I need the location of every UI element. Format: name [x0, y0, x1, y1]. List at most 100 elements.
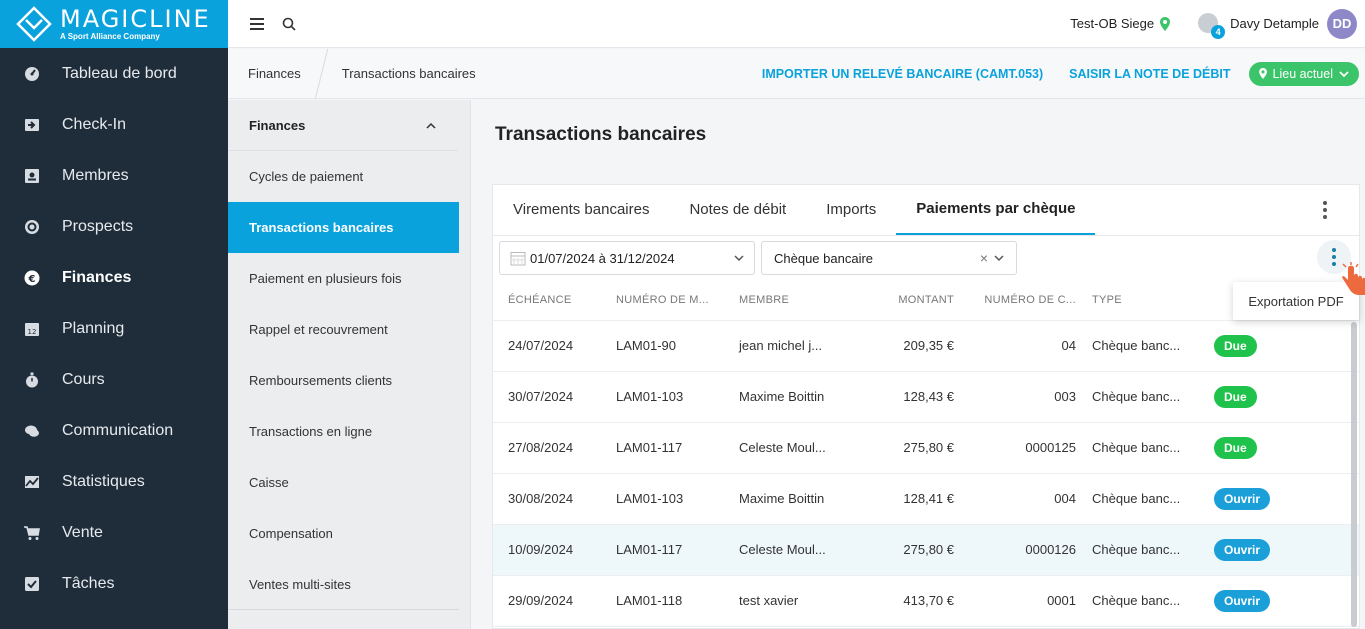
- submenu-item[interactable]: Remboursements clients: [228, 355, 459, 406]
- sidebar-item-label: Planning: [62, 319, 125, 337]
- submenu-item[interactable]: Transactions bancaires: [228, 202, 459, 253]
- cell-member: test xavier: [739, 575, 874, 627]
- sidebar-item-communication[interactable]: Communication: [0, 405, 228, 456]
- table-row[interactable]: 24/07/2024 LAM01-90 jean michel j... 209,35…: [493, 320, 1359, 372]
- location-pin-icon: [1160, 16, 1171, 31]
- table-row[interactable]: 29/09/2024 LAM01-118 test xavier 413,70 €00…: [493, 575, 1359, 627]
- magicline-logo-icon: [16, 6, 52, 42]
- submenu-item[interactable]: Compensation: [228, 508, 459, 559]
- pointer-hand-icon: [1342, 262, 1365, 295]
- status-badge[interactable]: Ouvrir: [1214, 538, 1271, 561]
- finances-submenu: Finances Cycles de paiement Transactions …: [228, 100, 471, 629]
- import-statement-link[interactable]: IMPORTER UN RELEVÉ BANCAIRE (CAMT.053): [762, 67, 1043, 81]
- sidebar-item-tableau-de-bord[interactable]: Tableau de bord: [0, 48, 228, 99]
- cell-member-number: LAM01-117: [616, 524, 739, 576]
- payment-type-filter[interactable]: Chèque bancaire ×: [761, 241, 1017, 275]
- header-member-number[interactable]: NUMÉRO DE M...: [616, 280, 739, 321]
- location-pin-icon: [1258, 68, 1267, 79]
- sidebar-item-finances[interactable]: € Finances: [0, 252, 228, 303]
- sidebar-item-label: Membres: [62, 166, 129, 184]
- submenu-heading[interactable]: Finances: [228, 100, 458, 151]
- submenu-item[interactable]: Paiement en plusieurs fois: [228, 253, 459, 304]
- table-row[interactable]: 30/07/2024 LAM01-103 Maxime Boittin 128,43 …: [493, 371, 1359, 423]
- header-cheque-number[interactable]: NUMÉRO DE C...: [972, 280, 1092, 321]
- cell-status: Due: [1214, 371, 1359, 423]
- cell-due-date: 24/07/2024: [493, 320, 616, 372]
- cell-member: jean michel j...: [739, 320, 874, 372]
- date-range-filter[interactable]: 01/07/2024 à 31/12/2024: [499, 241, 755, 275]
- cell-cheque-number: 04: [972, 320, 1092, 372]
- cell-type: Chèque banc...: [1092, 320, 1214, 372]
- cell-cheque-number: 0000126: [972, 524, 1092, 576]
- table-row[interactable]: 30/08/2024 LAM01-103 Maxime Boittin 128,41 …: [493, 473, 1359, 525]
- sidebar-item-label: Tâches: [62, 574, 115, 592]
- sidebar-item-planning[interactable]: 12 Planning: [0, 303, 228, 354]
- status-badge[interactable]: Due: [1214, 334, 1257, 357]
- sidebar-item-prospects[interactable]: Prospects: [0, 201, 228, 252]
- header-type[interactable]: TYPE: [1092, 280, 1214, 321]
- clear-icon[interactable]: ×: [980, 250, 988, 266]
- sidebar-item-check-in[interactable]: Check-In: [0, 99, 228, 150]
- table-row[interactable]: 27/08/2024 LAM01-117 Celeste Moul... 275,80…: [493, 422, 1359, 474]
- payment-type-value: Chèque bancaire: [774, 250, 874, 266]
- transactions-card: Virements bancaires Notes de débit Imports…: [492, 184, 1360, 629]
- submenu-item[interactable]: Transactions en ligne: [228, 406, 459, 457]
- sidebar-item-label: Cours: [62, 370, 105, 388]
- tab-0[interactable]: Virements bancaires: [493, 184, 669, 235]
- cell-type: Chèque banc...: [1092, 524, 1214, 576]
- more-options-icon[interactable]: [1323, 201, 1327, 222]
- header-amount[interactable]: MONTANT: [874, 280, 972, 321]
- sidebar-item-statistiques[interactable]: Statistiques: [0, 456, 228, 507]
- breadcrumb-transactions[interactable]: Transactions bancaires: [322, 49, 496, 99]
- filter-bar: 01/07/2024 à 31/12/2024 Chèque bancaire …: [493, 236, 1359, 280]
- check-in-icon: [24, 117, 40, 133]
- submenu-item[interactable]: Cycles de paiement: [228, 151, 459, 202]
- svg-text:€: €: [28, 274, 36, 285]
- notifications-button[interactable]: 4: [1198, 12, 1226, 39]
- stopwatch-icon: [24, 372, 40, 388]
- cell-member-number: LAM01-117: [616, 422, 739, 474]
- submenu-item[interactable]: Caisse: [228, 457, 459, 508]
- current-location-button[interactable]: Lieu actuel: [1248, 61, 1359, 86]
- sidebar-item-tâches[interactable]: Tâches: [0, 558, 228, 609]
- status-badge[interactable]: Ouvrir: [1214, 589, 1271, 612]
- tab-3[interactable]: Paiements par chèque: [896, 184, 1096, 235]
- cell-member: Maxime Boittin: [739, 473, 874, 525]
- avatar[interactable]: DD: [1327, 8, 1357, 39]
- header-due-date[interactable]: ÉCHÉANCE: [493, 280, 616, 321]
- cell-status: Ouvrir: [1214, 473, 1359, 525]
- submenu-heading-label: Finances: [249, 117, 306, 133]
- sidebar-item-label: Finances: [62, 268, 132, 286]
- tab-1[interactable]: Notes de débit: [669, 184, 806, 235]
- sidebar-item-vente[interactable]: Vente: [0, 507, 228, 558]
- submenu-item[interactable]: Ventes multi-sites: [228, 559, 459, 610]
- status-badge[interactable]: Due: [1214, 436, 1257, 459]
- table-row[interactable]: 10/09/2024 LAM01-117 Celeste Moul... 275,80…: [493, 524, 1359, 576]
- scrollbar[interactable]: [1351, 322, 1357, 627]
- submenu-item[interactable]: Rappel et recouvrement: [228, 304, 459, 355]
- chat-icon: [24, 423, 40, 439]
- cell-amount: 209,35 €: [874, 320, 972, 372]
- date-range-value: 01/07/2024 à 31/12/2024: [530, 250, 675, 266]
- tab-2[interactable]: Imports: [806, 184, 896, 235]
- current-location-label: Lieu actuel: [1272, 66, 1333, 81]
- breadcrumb-finances[interactable]: Finances: [228, 49, 321, 99]
- search-icon[interactable]: [282, 17, 296, 31]
- logo[interactable]: MAGICLINE A Sport Alliance Company: [0, 0, 228, 48]
- cell-cheque-number: 003: [972, 371, 1092, 423]
- cell-status: Due: [1214, 422, 1359, 474]
- page-title: Transactions bancaires: [495, 124, 707, 145]
- user-name[interactable]: Davy Detample: [1230, 16, 1319, 31]
- cell-status: Due: [1214, 320, 1359, 372]
- sidebar-item-cours[interactable]: Cours: [0, 354, 228, 405]
- status-badge[interactable]: Ouvrir: [1214, 487, 1271, 510]
- svg-text:12: 12: [28, 328, 37, 336]
- cell-type: Chèque banc...: [1092, 473, 1214, 525]
- location-name[interactable]: Test-OB Siege: [1070, 16, 1154, 31]
- cell-type: Chèque banc...: [1092, 371, 1214, 423]
- menu-icon[interactable]: [250, 15, 264, 33]
- header-member[interactable]: MEMBRE: [739, 280, 874, 321]
- status-badge[interactable]: Due: [1214, 385, 1257, 408]
- enter-debit-note-link[interactable]: SAISIR LA NOTE DE DÉBIT: [1069, 67, 1230, 81]
- sidebar-item-membres[interactable]: Membres: [0, 150, 228, 201]
